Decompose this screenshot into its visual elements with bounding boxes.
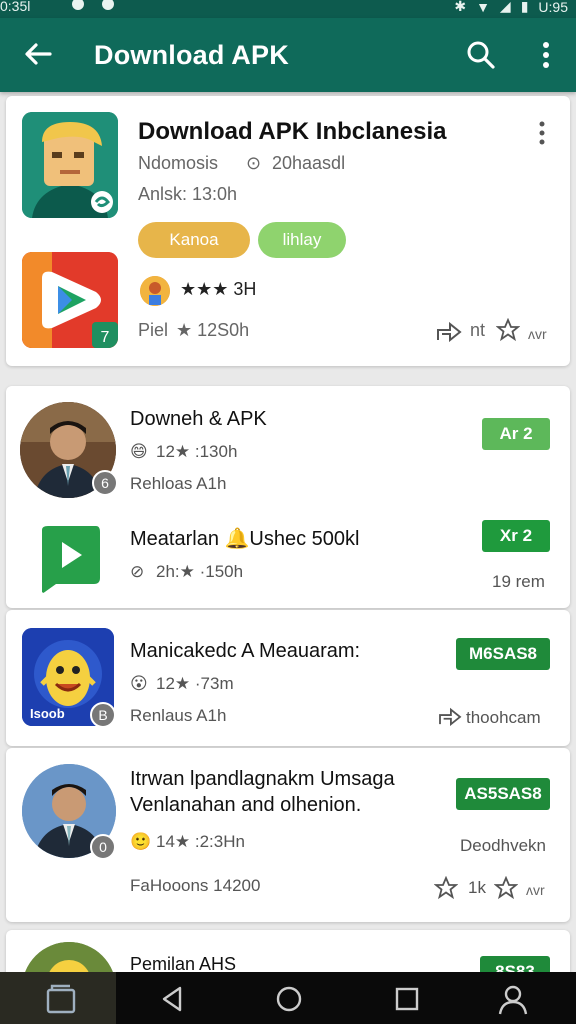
status-time: 0:35l [0, 0, 31, 14]
list-item-3-share-icon[interactable] [438, 706, 462, 726]
list-item-4-star-icon[interactable] [434, 876, 458, 900]
wifi-icon: ▼ [476, 0, 490, 15]
featured-tail-text: nt [470, 320, 486, 340]
list-item-2-meta-icon: ⊘ [130, 562, 145, 581]
status-bar: 0:35l ✱ ▼ ◢ ▮ U:95 [0, 0, 576, 18]
list-item-2-icon[interactable] [38, 524, 102, 594]
list-item-1-title[interactable]: Downeh & APK [130, 408, 267, 431]
list-item-1-avatar-badge: 6 [92, 470, 118, 496]
list-item-2-meta: 2h:★ ·150h [156, 562, 244, 581]
chip-1-label: Kanoa [169, 230, 219, 249]
featured-publisher: Ndomosis [138, 153, 219, 173]
play-store-icon[interactable]: 7 [22, 252, 118, 348]
download-icon [102, 0, 114, 10]
search-icon[interactable] [466, 40, 496, 70]
list-item-3-badge[interactable]: M6SAS8 [456, 638, 550, 670]
list-item-3-right-text: thoohcam [466, 708, 541, 727]
battery-icon: ▮ [520, 0, 529, 14]
list-item-4-card[interactable]: 0 Itrwan lpandlagnakm Umsaga Venlanahan … [6, 748, 570, 922]
featured-app-icon[interactable] [22, 112, 118, 218]
square-icon[interactable] [390, 982, 424, 1016]
notification-icon [72, 0, 84, 10]
rating-avatar [140, 276, 170, 306]
svg-text:7: 7 [101, 329, 110, 346]
list-item-3-title[interactable]: Manicakedc A Meauaram: [130, 640, 360, 663]
featured-downloads: 20haasdl [272, 153, 346, 173]
featured-rating: ★★★ 3H [180, 279, 257, 299]
clock-icon: ⊙ [246, 153, 262, 173]
list-item-4-badge[interactable]: AS5SAS8 [456, 778, 550, 810]
status-left-icons [72, 0, 114, 10]
list-item-1-sub: Rehloas A1h [130, 474, 227, 493]
list-item-1-meta: 12★ :130h [156, 442, 238, 461]
list-item-4-tail-small: ʌvr [526, 882, 545, 898]
list-item-1-badge[interactable]: Ar 2 [482, 418, 550, 450]
card-more-icon[interactable] [534, 120, 550, 146]
list-item-4-sub: FaHooons 14200 [130, 876, 261, 895]
list-item-1-meta-icon: 😄 [130, 442, 148, 461]
list-item-4-star-icon-2[interactable] [494, 876, 518, 900]
featured-tail-small: ʌvr [528, 326, 547, 342]
list-item-2-badge[interactable]: Xr 2 [482, 520, 550, 552]
back-triangle-icon[interactable] [156, 982, 190, 1016]
app-bar: Download APK [0, 18, 576, 92]
bluetooth-icon: ✱ [454, 0, 467, 14]
list-item-3-meta: 12★ ·73m [156, 674, 234, 693]
list-item-3-sub: Renlaus A1h [130, 706, 227, 725]
share-icon[interactable] [436, 320, 462, 342]
person-icon[interactable] [496, 982, 530, 1016]
chip-2[interactable]: lihlay [258, 222, 346, 258]
list-item-4-meta-icon: 🙂 [130, 832, 152, 851]
chip-1[interactable]: Kanoa [138, 222, 250, 258]
list-item-2-right-text: 19 rem [492, 572, 545, 591]
status-time-right: U:95 [538, 0, 568, 15]
signal-icon: ◢ [499, 0, 511, 14]
list-item-4-title-line2: Venlanahan and olhenion. [130, 794, 362, 816]
list-item-4-tail-text: 1k [468, 878, 486, 897]
star-icon[interactable] [496, 318, 520, 342]
list-item-4-meta: 14★ :2:3Hn [156, 832, 245, 851]
list-item-4-avatar-badge: 0 [90, 834, 116, 860]
chip-3-label: Bemaiida [373, 230, 445, 249]
featured-app-card[interactable]: 7 Download APK Inbclanesia Ndomosis ⊙ 20… [6, 96, 570, 366]
featured-app-title[interactable]: Download APK Inbclanesia [138, 118, 447, 146]
library-icon[interactable] [44, 982, 78, 1016]
more-vert-icon[interactable] [536, 40, 556, 70]
list-item-3-card[interactable]: Isoob B Manicakedc A Meauaram: 😮 12★ ·73… [6, 610, 570, 746]
list-item-4-right-text: Deodhvekn [460, 836, 547, 855]
featured-price-value: ★ 12S0h [176, 320, 250, 340]
list-item-2-title[interactable]: Meatarlan 🔔Ushec 500kl [130, 526, 359, 551]
featured-price-label: Piel [138, 320, 169, 340]
back-arrow-icon[interactable] [22, 38, 54, 70]
list-item-3-avatar-badge: B [90, 702, 116, 728]
list-item-3-meta-icon: 😮 [130, 674, 148, 693]
featured-update: Anlsk: 13:0h [138, 184, 238, 204]
list-card-group: 6 Downeh & APK 😄 12★ :130h Rehloas A1h A… [6, 386, 570, 608]
status-right: ✱ ▼ ◢ ▮ U:95 [454, 0, 568, 15]
list-item-3-icon-label: Isoob [30, 706, 65, 721]
list-item-4-title[interactable]: Itrwan lpandlagnakm Umsaga [130, 768, 395, 791]
home-icon[interactable] [272, 982, 306, 1016]
app-bar-title: Download APK [94, 40, 289, 70]
chip-2-label: lihlay [282, 230, 322, 249]
chip-3[interactable]: Bemaiida [354, 222, 464, 258]
navigation-bar [0, 972, 576, 1024]
